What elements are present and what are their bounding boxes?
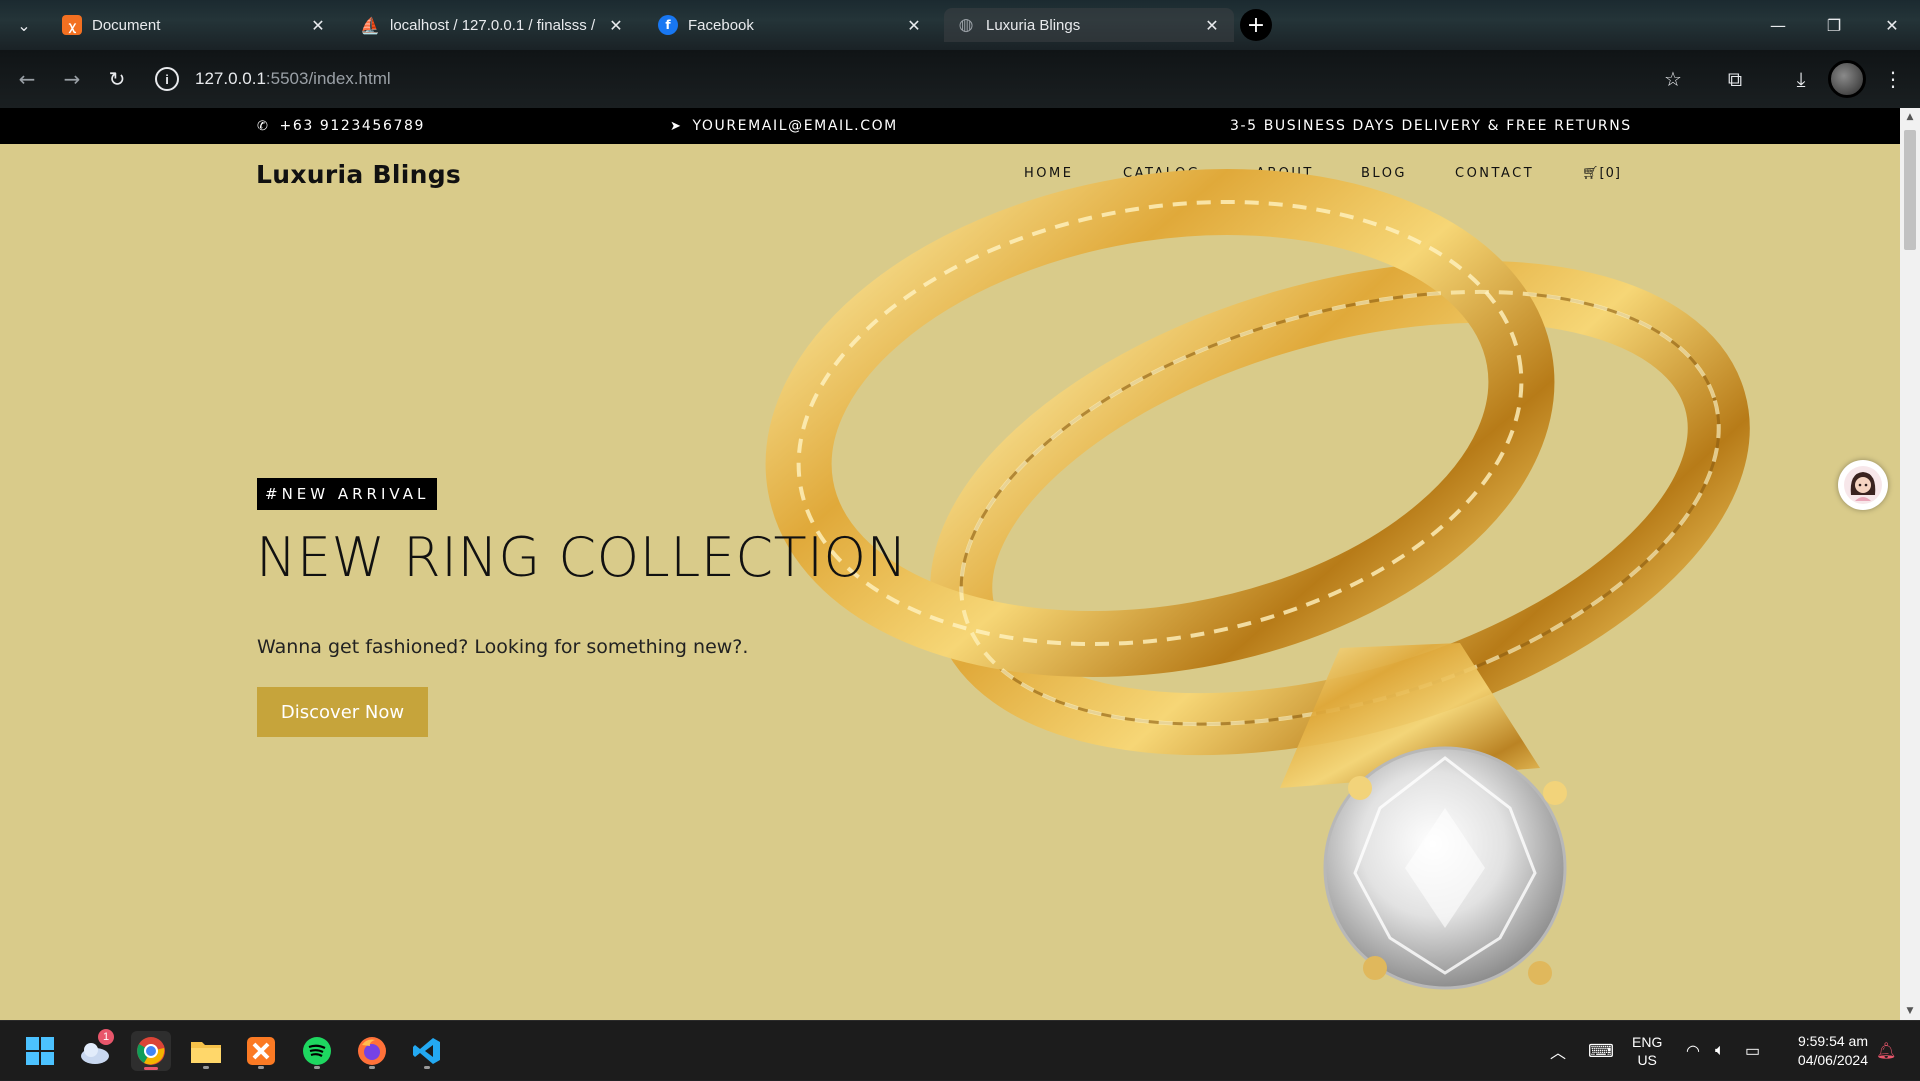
running-indicator [424,1066,430,1069]
site-info-icon[interactable]: i [155,67,179,91]
hero-rings-image [765,168,1750,990]
chatbot-avatar-icon[interactable] [1838,460,1888,510]
region-code: US [1637,1052,1657,1068]
show-hidden-icons-chevron[interactable]: ︿ [1550,1021,1566,1081]
running-indicator [203,1066,209,1069]
wifi-icon[interactable]: ◠ [1686,1021,1700,1081]
clock[interactable]: 9:59:54 am 04/06/2024 [1780,1021,1868,1081]
tab-luxuria-blings[interactable]: ◍ Luxuria Blings ✕ [944,8,1234,42]
tab-facebook[interactable]: f Facebook ✕ [646,8,936,42]
vscode-icon[interactable] [407,1031,447,1071]
forward-arrow-icon[interactable]: → [55,62,89,96]
extensions-puzzle-icon[interactable]: ⧉ [1718,62,1752,96]
close-icon[interactable]: ✕ [1202,15,1222,35]
active-app-indicator [144,1067,158,1070]
site-logo[interactable]: Luxuria Blings [256,160,461,189]
email-info: ➤ YOUREMAIL@EMAIL.COM [670,108,898,144]
hero-title: NEW RING COLLECTION [256,526,908,589]
phone-icon: ✆ [257,118,270,134]
tab-title: Luxuria Blings [986,16,1081,34]
clock-date: 04/06/2024 [1797,1052,1868,1068]
downloads-icon[interactable]: ⤓ [1784,62,1818,96]
bookmark-star-icon[interactable]: ☆ [1656,62,1690,96]
tab-title: localhost / 127.0.0.1 / finalsss / ... [390,16,600,34]
close-icon[interactable]: ✕ [606,15,626,35]
hero-subtitle: Wanna get fashioned? Looking for somethi… [257,636,749,658]
language-indicator[interactable]: ENG US [1632,1021,1662,1081]
browser-toolbar: ← → ↻ i 127.0.0.1:5503/index.html ☆ ⧉ ⤓ … [0,50,1920,108]
xampp-taskbar-icon[interactable] [241,1031,281,1071]
delivery-promo: 3-5 BUSINESS DAYS DELIVERY & FREE RETURN… [1230,108,1632,144]
phone-info: ✆ +63 9123456789 [257,108,425,144]
tab-phpmyadmin[interactable]: ⛵ localhost / 127.0.0.1 / finalsss / ...… [348,8,638,42]
tab-title: Document [92,16,161,34]
tab-title: Facebook [688,16,754,34]
facebook-icon: f [658,15,678,35]
scroll-down-arrow-icon[interactable]: ▼ [1900,1002,1920,1020]
notification-count-badge: 1 [98,1029,114,1045]
running-indicator [258,1066,264,1069]
scrollbar-thumb[interactable] [1904,130,1916,250]
browser-tab-strip: ⌄ ꭓ Document ✕ ⛵ localhost / 127.0.0.1 /… [0,0,1920,50]
girl-avatar-icon [1844,466,1882,504]
tab-search-chevron-icon[interactable]: ⌄ [8,10,40,40]
back-arrow-icon[interactable]: ← [10,62,44,96]
restore-button[interactable]: ❐ [1806,0,1862,50]
language-code: ENG [1632,1034,1663,1050]
firefox-icon[interactable] [352,1031,392,1071]
notification-bell-icon[interactable]: 🔔︎ [1876,1021,1896,1081]
paper-plane-icon: ➤ [670,118,683,134]
promo-text: 3-5 BUSINESS DAYS DELIVERY & FREE RETURN… [1230,118,1632,134]
clock-time: 9:59:54 am [1797,1033,1868,1049]
touch-keyboard-icon[interactable]: ⌨ [1588,1021,1614,1081]
url-path: :5503/index.html [265,69,391,88]
more-menu-icon[interactable]: ⋮ [1876,62,1910,96]
scroll-up-arrow-icon[interactable]: ▲ [1900,108,1920,126]
windows-taskbar: 1 ︿ ⌨ ENG US ◠ 🔈︎ ▭ 9:59:54 am 04/06/202… [0,1020,1920,1080]
file-explorer-icon[interactable] [186,1031,226,1071]
address-bar[interactable]: i 127.0.0.1:5503/index.html [155,60,1665,98]
page-scrollbar[interactable]: ▲ ▼ [1900,108,1920,1020]
chrome-icon[interactable] [131,1031,171,1071]
close-icon[interactable]: ✕ [904,15,924,35]
phone-number: +63 9123456789 [279,118,425,134]
email-address: YOUREMAIL@EMAIL.COM [692,118,898,134]
globe-icon: ◍ [958,15,974,35]
running-indicator [369,1066,375,1069]
tab-document[interactable]: ꭓ Document ✕ [50,8,340,42]
volume-icon[interactable]: 🔈︎ [1715,1021,1725,1081]
close-icon[interactable]: ✕ [308,15,328,35]
discover-now-button[interactable]: Discover Now [257,687,428,737]
battery-icon[interactable]: ▭ [1745,1021,1760,1081]
spotify-icon[interactable] [297,1031,337,1071]
minimize-button[interactable]: — [1750,0,1806,50]
new-arrival-badge: #NEW ARRIVAL [257,478,438,510]
phpmyadmin-icon: ⛵ [360,15,380,35]
profile-avatar[interactable] [1828,60,1866,98]
new-tab-button[interactable]: + [1240,9,1272,41]
url-host: 127.0.0.1 [195,69,266,88]
xampp-icon: ꭓ [62,15,82,35]
windows-start-icon[interactable] [20,1031,60,1071]
weather-widget-icon[interactable]: 1 [76,1029,116,1071]
close-window-button[interactable]: ✕ [1864,0,1920,50]
contact-topbar: ✆ +63 9123456789 ➤ YOUREMAIL@EMAIL.COM 3… [0,108,1900,144]
web-page: ✆ +63 9123456789 ➤ YOUREMAIL@EMAIL.COM 3… [0,108,1900,1020]
running-indicator [314,1066,320,1069]
reload-icon[interactable]: ↻ [100,62,134,96]
